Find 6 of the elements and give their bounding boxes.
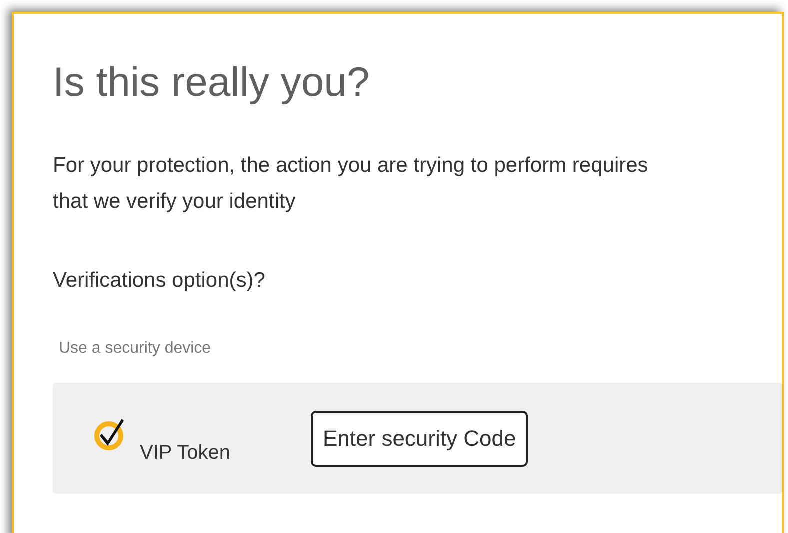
section-label: Use a security device: [59, 339, 212, 359]
device-name: VIP Token: [140, 440, 232, 466]
description-text: For your protection, the action you are trying to perform requires that we verify your identity: [53, 153, 650, 215]
options-label: Verifications option(s)?: [53, 268, 266, 294]
enter-code-button[interactable]: Enter security Code: [311, 410, 528, 466]
page-title: Is this really you?: [53, 58, 370, 107]
